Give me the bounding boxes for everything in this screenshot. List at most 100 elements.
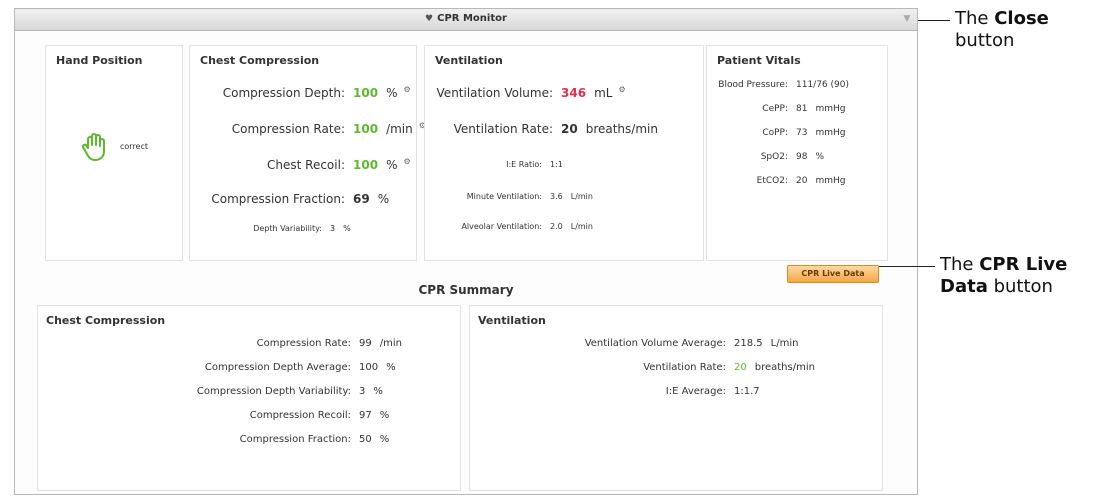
summary-depth-variability-row: Compression Depth Variability: 3% — [38, 386, 383, 397]
summary-ie-average-label: I:E Average: — [665, 386, 726, 397]
copp-value: 73 — [796, 128, 808, 138]
compression-fraction-value: 69 — [353, 192, 370, 206]
etco2-unit: mmHg — [815, 176, 846, 186]
summary-compression-rate-unit: /min — [379, 338, 402, 349]
ie-ratio-value: 1:1 — [550, 160, 563, 169]
chest-recoil-row: Chest Recoil: 100% ⚙ — [190, 157, 411, 172]
patient-vitals-panel: Patient Vitals Blood Pressure: 111/76 (90… — [706, 45, 888, 261]
summary-ie-average-row: I:E Average: 1:1.7 — [470, 386, 760, 397]
compression-depth-row: Compression Depth: 100% ⚙ — [190, 85, 411, 100]
etco2-row: EtCO2: 20 mmHg — [707, 176, 846, 186]
copp-label: CoPP: — [762, 128, 788, 138]
ventilation-volume-unit: mL — [594, 86, 613, 100]
ventilation-volume-label: Ventilation Volume: — [436, 86, 553, 100]
summary-depth-average-unit: % — [386, 362, 396, 373]
summary-fraction-row: Compression Fraction: 50% — [38, 434, 390, 445]
depth-variability-value: 3 — [330, 224, 336, 233]
hand-icon — [82, 133, 105, 161]
ventilation-rate-label: Ventilation Rate: — [453, 122, 553, 136]
alveolar-ventilation-label: Alveolar Ventilation: — [461, 222, 542, 231]
blood-pressure-value: 111/76 (90) — [796, 80, 849, 90]
chest-recoil-unit: % — [386, 158, 398, 172]
heart-icon: ♥ — [425, 14, 434, 24]
summary-depth-average-value: 100 — [359, 362, 379, 373]
ventilation-volume-row: Ventilation Volume: 346 mL ⚙ — [425, 85, 626, 100]
minute-ventilation-unit: L/min — [570, 192, 593, 201]
patient-vitals-title: Patient Vitals — [717, 54, 801, 67]
ventilation-rate-value: 20 — [561, 122, 578, 136]
ventilation-volume-value: 346 — [561, 86, 587, 100]
chest-compression-title: Chest Compression — [200, 54, 320, 67]
info-icon[interactable]: ⚙ — [618, 85, 625, 94]
summary-volume-average-value: 218.5 — [734, 338, 763, 349]
summary-recoil-label: Compression Recoil: — [249, 410, 351, 421]
spo2-unit: % — [815, 152, 825, 162]
compression-depth-unit: % — [386, 86, 398, 100]
live-callout: The CPR Live Data button — [940, 254, 1067, 298]
compression-fraction-unit: % — [377, 192, 390, 206]
depth-variability-label: Depth Variability: — [253, 224, 322, 233]
cpr-monitor-window: ♥ CPR Monitor ▼ Hand Position correct Che… — [14, 8, 918, 495]
chest-recoil-label: Chest Recoil: — [267, 158, 345, 172]
alveolar-ventilation-unit: L/min — [570, 222, 593, 231]
close-button[interactable]: ▼ — [901, 13, 913, 25]
hand-position-panel: Hand Position correct — [45, 45, 183, 261]
cpr-summary-title: CPR Summary — [418, 283, 514, 297]
chest-compression-panel: Chest Compression Compression Depth: 100%… — [189, 45, 426, 261]
compression-depth-value: 100 — [353, 86, 379, 100]
blood-pressure-label: Blood Pressure: — [718, 80, 788, 90]
cpr-live-data-button[interactable]: CPR Live Data — [787, 265, 879, 283]
summary-volume-average-row: Ventilation Volume Average: 218.5 L/min — [470, 338, 799, 349]
minute-ventilation-row: Minute Ventilation: 3.6 L/min — [425, 192, 593, 201]
etco2-value: 20 — [796, 176, 808, 186]
info-icon[interactable]: ⚙ — [403, 85, 410, 94]
summary-ventilation-rate-unit: breaths/min — [754, 362, 815, 373]
summary-volume-average-label: Ventilation Volume Average: — [584, 338, 726, 349]
alveolar-ventilation-value: 2.0 — [550, 222, 563, 231]
depth-variability-unit: % — [343, 224, 351, 233]
summary-fraction-unit: % — [379, 434, 390, 445]
minute-ventilation-value: 3.6 — [550, 192, 563, 201]
live-callout-line — [879, 266, 935, 267]
live-callout-line2: Data button — [940, 276, 1053, 297]
summary-depth-variability-unit: % — [373, 386, 383, 397]
compression-fraction-row: Compression Fraction: 69% — [190, 192, 389, 206]
ventilation-rate-unit: breaths/min — [585, 122, 658, 136]
ventilation-rate-row: Ventilation Rate: 20 breaths/min — [425, 122, 658, 136]
summary-chest-title: Chest Compression — [46, 314, 166, 327]
ventilation-panel: Ventilation Ventilation Volume: 346 mL ⚙ Ve… — [424, 45, 704, 261]
compression-rate-row: Compression Rate: 100/min ⚙ — [190, 121, 426, 136]
summary-ie-average-value: 1:1.7 — [734, 386, 760, 397]
depth-variability-row: Depth Variability: 3% — [190, 224, 351, 233]
summary-ventilation-rate-row: Ventilation Rate: 20 breaths/min — [470, 362, 815, 373]
title-bar: ♥ CPR Monitor ▼ — [15, 9, 917, 31]
cepp-value: 81 — [796, 104, 808, 114]
summary-compression-rate-row: Compression Rate: 99/min — [38, 338, 402, 349]
compression-fraction-label: Compression Fraction: — [211, 192, 345, 206]
summary-recoil-unit: % — [379, 410, 390, 421]
live-callout-line1: The CPR Live — [940, 254, 1068, 275]
summary-ventilation-title: Ventilation — [478, 314, 546, 327]
summary-ventilation-rate-label: Ventilation Rate: — [643, 362, 726, 373]
summary-depth-average-row: Compression Depth Average: 100% — [38, 362, 396, 373]
info-icon[interactable]: ⚙ — [403, 157, 410, 166]
compression-rate-unit: /min — [386, 122, 413, 136]
compression-depth-label: Compression Depth: — [222, 86, 345, 100]
summary-depth-average-label: Compression Depth Average: — [204, 362, 351, 373]
summary-recoil-row: Compression Recoil: 97% — [38, 410, 390, 421]
summary-fraction-value: 50 — [359, 434, 372, 445]
hand-position-title: Hand Position — [56, 54, 143, 67]
close-callout-line2: button — [955, 30, 1015, 51]
summary-fraction-label: Compression Fraction: — [239, 434, 351, 445]
summary-volume-average-unit: L/min — [770, 338, 799, 349]
summary-depth-variability-value: 3 — [359, 386, 366, 397]
summary-depth-variability-label: Compression Depth Variability: — [196, 386, 351, 397]
summary-compression-rate-label: Compression Rate: — [256, 338, 351, 349]
alveolar-ventilation-row: Alveolar Ventilation: 2.0 L/min — [425, 222, 593, 231]
copp-row: CoPP: 73 mmHg — [707, 128, 845, 138]
blood-pressure-row: Blood Pressure: 111/76 (90) — [707, 80, 849, 90]
spo2-row: SpO2: 98% — [707, 152, 824, 162]
copp-unit: mmHg — [815, 128, 846, 138]
compression-rate-value: 100 — [353, 122, 379, 136]
summary-ventilation-rate-value: 20 — [734, 362, 747, 373]
